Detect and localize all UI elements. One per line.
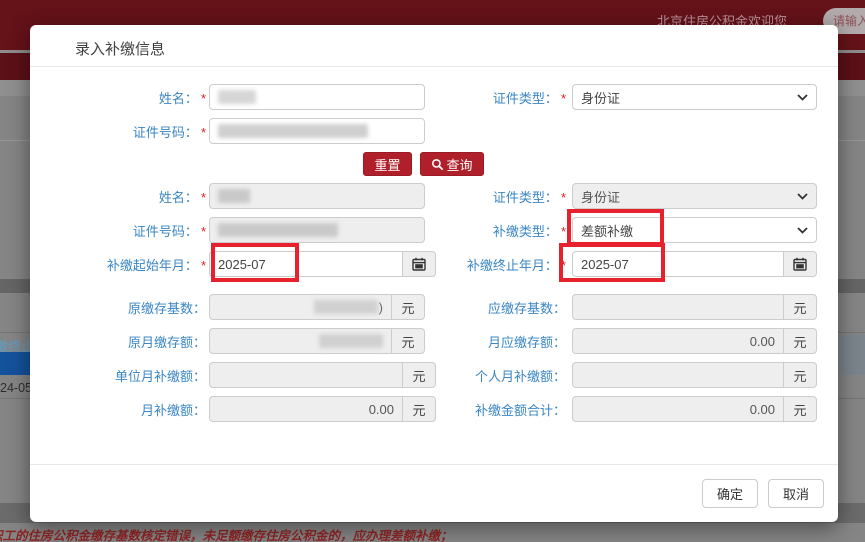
orig-month-label: 原月缴存额：: [30, 332, 206, 351]
required-asterisk: *: [561, 258, 566, 273]
detail-cert-no-input: [209, 217, 425, 243]
query-name-input[interactable]: [209, 84, 425, 110]
detail-name-label: 姓名：*: [30, 187, 206, 206]
query-name-label: 姓名：*: [30, 88, 206, 107]
required-asterisk: *: [201, 224, 206, 239]
required-asterisk: *: [201, 125, 206, 140]
modal-footer: 确定 取消: [30, 464, 838, 522]
masked-cert-no-value: [218, 223, 338, 237]
modal-body: 姓名：* 证件类型：* 身份证 证件号码：*: [30, 67, 838, 422]
person-month-label: 个人月补缴额：: [429, 366, 566, 385]
reset-button[interactable]: 重置: [363, 152, 411, 176]
unit-month-label: 单位月补缴额：: [30, 366, 206, 385]
required-asterisk: *: [201, 190, 206, 205]
month-due-label: 月应缴存额：: [429, 332, 566, 351]
screen: 北京住房公积金欢迎您 请输入关 缴终止 24-05 职工的住房公积金缴存基数核定…: [0, 0, 865, 542]
background-table-header-fragment: 缴终止: [0, 336, 34, 352]
detail-row-months: 补缴起始年月：* 补缴终止年月：*: [30, 251, 817, 277]
end-month-input[interactable]: [572, 251, 783, 277]
start-month-label: 补缴起始年月：*: [30, 255, 206, 274]
detail-row-cert-no: 证件号码：* 补缴类型：* 差额补缴: [30, 217, 817, 243]
required-asterisk: *: [561, 91, 566, 106]
unit-addon: 元: [391, 294, 425, 320]
due-base-label: 应缴存基数：: [429, 298, 566, 317]
background-table-cell-fragment: 24-05: [0, 379, 30, 395]
month-supp-input: [209, 396, 402, 422]
policy-footnote-text: 职工的住房公积金缴存基数核定错误，未足额缴存住房公积金的，应办理差额补缴；: [0, 525, 865, 542]
required-asterisk: *: [201, 91, 206, 106]
amount-row-monthly: 原月缴存额： 元 月应缴存额： 元: [30, 328, 817, 354]
detail-name-input: [209, 183, 425, 209]
unit-addon: 元: [783, 294, 817, 320]
masked-name-value: [218, 189, 250, 203]
query-cert-type-select[interactable]: 身份证: [572, 84, 817, 110]
paren-text: ): [379, 300, 383, 315]
query-row-cert-no: 证件号码：*: [30, 118, 817, 144]
search-button[interactable]: 查询: [420, 152, 484, 176]
query-row-name: 姓名：* 证件类型：* 身份证: [30, 84, 817, 110]
amount-row-supp-monthly: 单位月补缴额： 元 个人月补缴额： 元: [30, 362, 817, 388]
background-selected-row-right: [838, 335, 865, 375]
cancel-button[interactable]: 取消: [768, 479, 824, 508]
chevron-down-icon: [797, 94, 808, 101]
query-cert-no-input[interactable]: [209, 118, 425, 144]
start-month-input[interactable]: [209, 251, 402, 277]
unit-addon: 元: [783, 396, 817, 422]
supp-type-select[interactable]: 差额补缴: [572, 217, 817, 243]
month-supp-label: 月补缴额：: [30, 400, 206, 419]
detail-row-name: 姓名：* 证件类型：* 身份证: [30, 183, 817, 209]
total-label: 补缴金额合计：: [429, 400, 566, 419]
masked-cert-no-value: [218, 124, 368, 138]
due-base-input: [572, 294, 783, 320]
query-cert-no-label: 证件号码：*: [30, 122, 206, 141]
supp-type-label: 补缴类型：*: [429, 221, 566, 240]
total-input: [572, 396, 783, 422]
confirm-button[interactable]: 确定: [702, 479, 758, 508]
required-asterisk: *: [201, 258, 206, 273]
modal-header: 录入补缴信息: [30, 25, 838, 67]
background-selected-row: [0, 352, 34, 375]
detail-cert-type-select[interactable]: 身份证: [572, 183, 817, 209]
calendar-icon[interactable]: [783, 251, 817, 277]
required-asterisk: *: [561, 190, 566, 205]
person-month-input: [572, 362, 783, 388]
unit-month-input: [209, 362, 402, 388]
amount-row-base: 原缴存基数： ) 元 应缴存基数： 元: [30, 294, 817, 320]
masked-amount-value: [314, 300, 378, 314]
orig-month-input: [209, 328, 391, 354]
detail-cert-no-label: 证件号码：*: [30, 221, 206, 240]
chevron-down-icon: [797, 227, 808, 234]
required-asterisk: *: [561, 224, 566, 239]
masked-amount-value: [319, 334, 383, 348]
end-month-label: 补缴终止年月：*: [429, 255, 566, 274]
query-cert-type-label: 证件类型：*: [429, 88, 566, 107]
orig-base-input: ): [209, 294, 391, 320]
modal-title: 录入补缴信息: [75, 41, 165, 58]
masked-name-value: [218, 90, 256, 104]
query-button-row: 重置 查询: [30, 152, 817, 176]
unit-addon: 元: [783, 362, 817, 388]
unit-addon: 元: [783, 328, 817, 354]
detail-cert-type-label: 证件类型：*: [429, 187, 566, 206]
orig-base-label: 原缴存基数：: [30, 298, 206, 317]
modal-dialog: 录入补缴信息 姓名：* 证件类型：* 身份证 证件号码：*: [30, 25, 838, 522]
unit-addon: 元: [391, 328, 425, 354]
amount-row-total: 月补缴额： 元 补缴金额合计： 元: [30, 396, 817, 422]
magnifier-icon: [431, 158, 444, 171]
chevron-down-icon: [797, 193, 808, 200]
month-due-input: [572, 328, 783, 354]
